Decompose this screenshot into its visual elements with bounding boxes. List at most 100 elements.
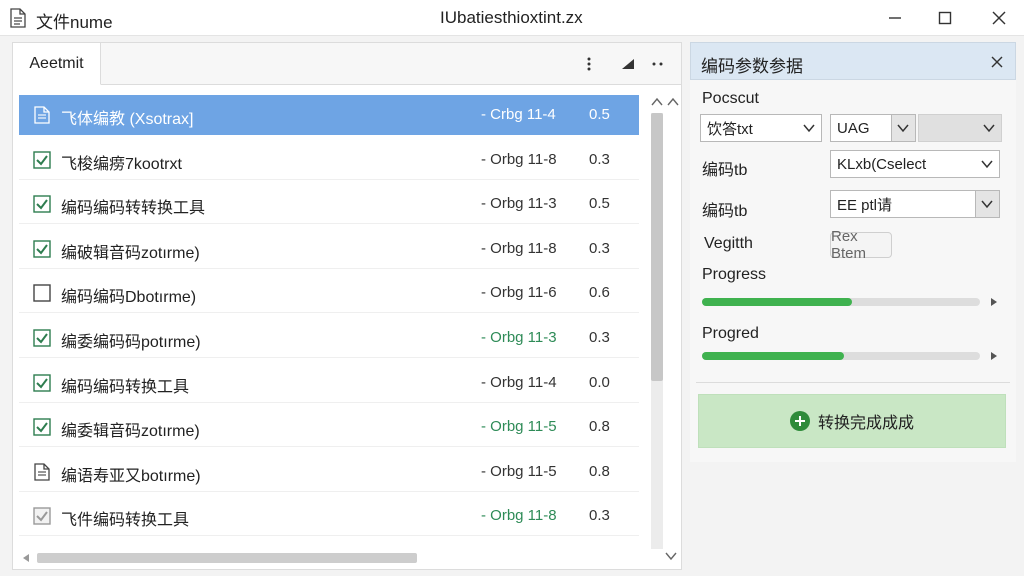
close-icon[interactable] [989,54,1005,70]
extra-options-select[interactable] [918,114,1002,142]
settings-header: 编码参数参据 [690,42,1016,80]
play-icon[interactable] [990,297,998,307]
progress-bar-1 [702,298,980,306]
source-encoding-select[interactable]: UAG [830,114,916,142]
plus-circle-icon [789,411,810,431]
maximize-button[interactable] [920,0,970,36]
more-horizontal-icon [652,62,663,66]
horizontal-scrollbar[interactable] [19,549,641,567]
scroll-up-icon[interactable] [667,97,679,107]
encoding2-select[interactable]: EE ptl请 [830,190,1000,218]
progress2-label: Progred [702,325,759,342]
checkbox-empty-icon[interactable] [33,284,51,303]
item-version: - Orbg 11-8 [481,507,557,525]
item-value: 0.3 [589,507,610,525]
tab-bar: Aeetmit [13,43,681,85]
settings-panel: 编码参数参据 Pocscut 饮答txt UAG 编码tb KLxb(Csele… [690,42,1016,462]
more-vertical-icon [587,57,591,71]
encoding1-label: 编码tb [702,162,748,179]
checkbox-checked-icon[interactable] [33,373,51,392]
item-value: 0.3 [589,329,610,346]
item-value: 0.5 [589,106,610,123]
scroll-left-icon[interactable] [21,553,31,563]
list-item[interactable]: 编码编码Dbotırme) - Orbg 11-6 0.6 [19,273,639,314]
more-horizontal-button[interactable] [645,51,671,77]
item-value: 0.8 [589,418,610,436]
filter-button[interactable] [615,51,641,77]
checkbox-checked-icon[interactable] [33,195,51,213]
divider [696,382,1010,383]
scrollbar-thumb[interactable] [651,113,663,381]
settings-title: 编码参数参据 [701,57,803,76]
file-list: 飞体编教 (Xsotrax] - Crbg 11-4 0.5 飞梭编痨7koot… [19,95,641,549]
minimize-button[interactable] [870,0,920,36]
list-item[interactable]: 编委辑音码zotırme) - Orbg 11-5 0.8 [19,407,639,448]
item-version: - Orbg 11-6 [481,284,557,302]
convert-button-label: 转换完成成成 [817,415,914,432]
progress1-label: Progress [702,266,767,283]
close-button[interactable] [974,0,1024,36]
chevron-down-icon [803,124,815,133]
encoding2-value: EE ptl请 [837,196,893,214]
length-label: Vegitth [704,235,753,252]
checkbox-checked-icon[interactable] [33,329,51,347]
item-name: 飞梭编痨7kootrxt [61,155,182,173]
checkbox-checked-icon[interactable] [33,418,51,436]
close-icon [992,11,1006,25]
list-item[interactable]: 编语寿亚又botırme) - Orbg 11-5 0.8 [19,452,639,492]
encoding2-label: 编码tb [702,203,748,220]
list-item[interactable]: 飞件编码转换工具 - Orbg 11-8 0.3 [19,496,639,537]
scrollbar-thumb[interactable] [37,553,417,563]
item-value: 0.3 [589,150,610,168]
play-icon[interactable] [990,351,998,361]
source-file-select[interactable]: 饮答txt [700,114,822,142]
source-label: Pocscut [702,90,759,107]
checkbox-checked-icon[interactable] [33,240,51,258]
file-list-panel: Aeetmit 飞体编教 (Xsotrax] - Crbg 11-4 0.5 飞… [12,42,682,570]
list-item[interactable]: 编码编码转换工具 - Orbg 11-4 0.0 [19,363,639,403]
list-item[interactable]: 编码编码转转换工具 - Orbg 11-3 0.5 [19,184,639,225]
more-vertical-button[interactable] [576,51,602,77]
chevron-down-icon [981,200,993,209]
app-title: 文件nume [36,13,113,32]
title-bar: 文件nume IUbatiesthioxtint.zx [0,0,1024,36]
source-file-value: 饮答txt [707,120,753,138]
document-icon[interactable] [33,463,51,481]
tab-main[interactable]: Aeetmit [13,43,101,85]
vertical-scrollbar[interactable] [645,95,679,565]
item-version: - Orbg 11-5 [481,418,557,436]
progress-fill-2 [702,352,844,360]
maximize-icon [938,11,952,25]
item-name: 编委编码码potırme) [61,334,201,351]
checkbox-checked-icon[interactable] [33,150,51,169]
document-icon [10,8,26,28]
item-name: 编码编码转换工具 [61,378,190,396]
progress-bar-2 [702,352,980,360]
item-name: 编码编码转转换工具 [61,200,206,218]
document-icon[interactable] [33,106,51,124]
list-item[interactable]: 飞梭编痨7kootrxt - Orbg 11-8 0.3 [19,140,639,180]
checkbox-checked-icon[interactable] [33,507,51,526]
item-value: 0.0 [589,373,610,391]
item-name: 编码编码Dbotırme) [61,289,197,307]
scroll-up-icon[interactable] [651,97,663,107]
item-version: - Crbg 11-4 [481,106,556,123]
minimize-icon [889,17,901,19]
chevron-down-icon [981,160,993,169]
item-value: 0.3 [589,239,610,257]
reset-button[interactable]: Rex Btem [830,228,892,262]
list-item[interactable]: 编委编码理控⁷ - Orbg 11-5 0.3 [19,541,639,549]
list-item[interactable]: 编委编码码potırme) - Orbg 11-3 0.3 [19,318,639,358]
item-version: - Orbg 11-3 [481,329,557,346]
chevron-down-icon [897,124,909,133]
list-item[interactable]: 飞体编教 (Xsotrax] - Crbg 11-4 0.5 [19,95,639,135]
item-version: - Orbg 11-3 [481,195,557,213]
scroll-down-icon[interactable] [665,551,677,561]
convert-button[interactable]: 转换完成成成 [698,394,1006,448]
encoding1-select[interactable]: KLxb(Cselect [830,150,1000,178]
progress-fill-1 [702,298,853,306]
item-version: - Orbg 11-8 [481,239,557,257]
list-item[interactable]: 编破辑音码zotırme) - Orbg 11-8 0.3 [19,229,639,269]
item-version: - Orbg 11-4 [481,373,557,391]
item-value: 0.8 [589,462,610,480]
